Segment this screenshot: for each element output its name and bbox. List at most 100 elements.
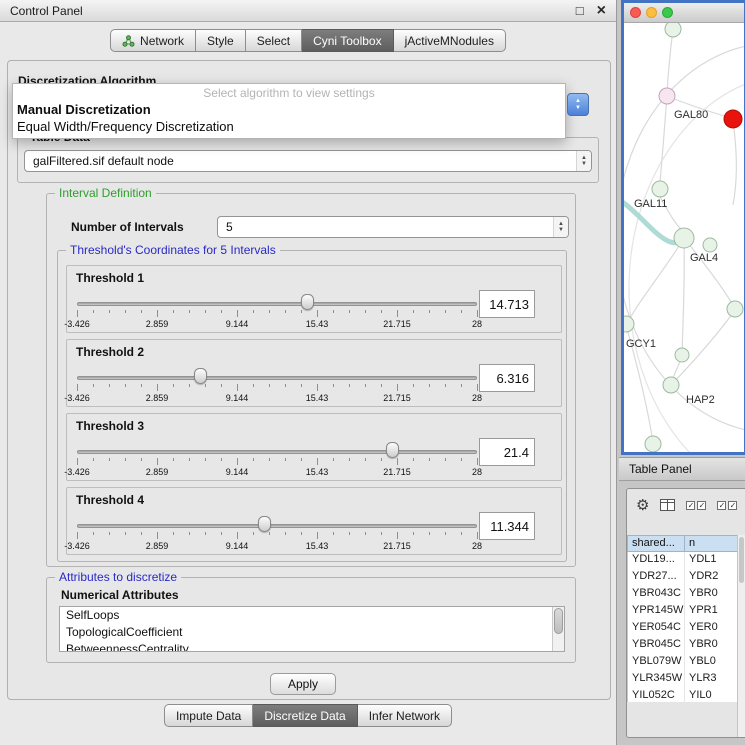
select-rows-checks-icon[interactable]: ✓ ✓	[717, 501, 737, 510]
tab-discretize-data[interactable]: Discretize Data	[253, 704, 357, 727]
table-row[interactable]: YBR045CYBR0	[628, 637, 745, 654]
network-canvas[interactable]: GAL80GAL11GAL4GCY1HAP2	[624, 23, 744, 452]
threshold-value-field[interactable]: 11.344	[479, 512, 535, 540]
tab-infer-network[interactable]: Infer Network	[358, 704, 452, 727]
table-row[interactable]: YDR27...YDR2	[628, 569, 745, 586]
attribute-item-selfloops[interactable]: SelfLoops	[60, 607, 564, 624]
tick-mark	[189, 310, 190, 313]
tick-mark	[429, 458, 430, 461]
gear-icon[interactable]: ⚙	[636, 498, 649, 513]
network-node[interactable]	[645, 436, 661, 452]
tick-mark	[157, 310, 158, 317]
tick-mark	[461, 458, 462, 461]
table-cell: YIL0	[685, 688, 745, 702]
network-node[interactable]	[652, 181, 668, 197]
tick-mark	[365, 458, 366, 461]
column-header-shared[interactable]: shared...	[627, 535, 684, 552]
tab-jactivemnodules[interactable]: jActiveMNodules	[394, 29, 506, 52]
close-window-icon[interactable]: ×	[597, 3, 606, 19]
table-row[interactable]: YER054CYER0	[628, 620, 745, 637]
checkbox-icon: ✓	[728, 501, 737, 510]
float-window-icon[interactable]: □	[576, 4, 584, 17]
tick-mark	[413, 458, 414, 461]
tick-mark	[301, 310, 302, 313]
slider-track[interactable]	[77, 450, 477, 454]
attribute-item-topologicalcoefficient[interactable]: TopologicalCoefficient	[60, 624, 564, 641]
tick-mark	[413, 532, 414, 535]
slider-track[interactable]	[77, 524, 477, 528]
slider-thumb[interactable]	[258, 516, 271, 532]
tick-mark	[157, 384, 158, 391]
tab-label: Impute Data	[176, 709, 241, 723]
scale-label: 15.43	[306, 541, 329, 551]
table-row[interactable]: YBR043CYBR0	[628, 586, 745, 603]
tick-mark	[237, 532, 238, 539]
table-row[interactable]: YDL19...YDL1	[628, 552, 745, 569]
zoom-traffic-light-icon[interactable]	[662, 7, 673, 18]
slider-thumb[interactable]	[301, 294, 314, 310]
threshold-label: Threshold 4	[76, 493, 144, 507]
algorithm-combo-stepper[interactable]: ▲▼	[567, 93, 589, 116]
network-node[interactable]	[675, 348, 689, 362]
network-node[interactable]	[703, 238, 717, 252]
attribute-item-betweennesscentrality[interactable]: BetweennessCentrality	[60, 641, 564, 652]
close-traffic-light-icon[interactable]	[630, 7, 641, 18]
list-scrollbar-thumb[interactable]	[554, 608, 563, 634]
attribute-items: SelfLoopsTopologicalCoefficientBetweenne…	[60, 607, 564, 652]
network-node[interactable]	[659, 88, 675, 104]
tick-mark	[77, 310, 78, 317]
tick-mark	[237, 310, 238, 317]
slider-track[interactable]	[77, 376, 477, 380]
algorithm-option-manual-discretization[interactable]: Manual Discretization	[13, 101, 565, 118]
slider-ticks	[77, 384, 477, 391]
tab-style[interactable]: Style	[196, 29, 246, 52]
slider-thumb[interactable]	[386, 442, 399, 458]
tick-mark	[109, 310, 110, 313]
table-cell: YER0	[685, 620, 745, 637]
tick-mark	[77, 532, 78, 539]
tab-cyni-toolbox[interactable]: Cyni Toolbox	[302, 29, 393, 52]
slider-thumb[interactable]	[194, 368, 207, 384]
apply-button[interactable]: Apply	[270, 673, 336, 695]
table-row[interactable]: YPR145WYPR1	[628, 603, 745, 620]
slider-ticks	[77, 310, 477, 317]
tab-label: Infer Network	[369, 709, 440, 723]
table-cell: YLR3	[685, 671, 745, 688]
network-node[interactable]	[665, 23, 681, 37]
network-node[interactable]	[727, 301, 743, 317]
network-node[interactable]	[724, 110, 742, 128]
table-scrollbar[interactable]	[737, 535, 745, 737]
table-row[interactable]: YIL052CYIL0	[628, 688, 745, 702]
algorithm-option-equal-width-frequency-discretization[interactable]: Equal Width/Frequency Discretization	[13, 118, 565, 135]
table-cell: YBR043C	[628, 586, 685, 603]
columns-icon[interactable]	[660, 499, 675, 511]
tick-mark	[253, 458, 254, 461]
tick-mark	[93, 384, 94, 387]
scale-label: 2.859	[146, 541, 169, 551]
minimize-traffic-light-icon[interactable]	[646, 7, 657, 18]
table-data-combobox[interactable]: galFiltered.sif default node ▲▼	[24, 150, 592, 172]
tick-mark	[173, 384, 174, 387]
column-header-n[interactable]: n	[684, 535, 745, 552]
network-node[interactable]	[674, 228, 694, 248]
scale-label: 9.144	[226, 467, 249, 477]
table-scrollbar-thumb[interactable]	[739, 537, 744, 583]
tab-impute-data[interactable]: Impute Data	[164, 704, 253, 727]
threshold-value-field[interactable]: 14.713	[479, 290, 535, 318]
tick-mark	[157, 458, 158, 465]
table-row[interactable]: YLR345WYLR3	[628, 671, 745, 688]
tick-mark	[413, 384, 414, 387]
select-columns-checks-icon[interactable]: ✓ ✓	[686, 501, 706, 510]
tab-network[interactable]: Network	[110, 29, 196, 52]
network-node[interactable]	[663, 377, 679, 393]
threshold-value-field[interactable]: 6.316	[479, 364, 535, 392]
scale-label: 15.43	[306, 393, 329, 403]
threshold-value-field[interactable]: 21.4	[479, 438, 535, 466]
tab-select[interactable]: Select	[246, 29, 302, 52]
slider-track[interactable]	[77, 302, 477, 306]
tick-mark	[461, 384, 462, 387]
number-of-intervals-combobox[interactable]: 5 ▲▼	[217, 216, 569, 238]
list-scrollbar[interactable]	[552, 607, 564, 651]
table-row[interactable]: YBL079WYBL0	[628, 654, 745, 671]
network-canvas-wrap: GAL80GAL11GAL4GCY1HAP2	[624, 23, 744, 452]
